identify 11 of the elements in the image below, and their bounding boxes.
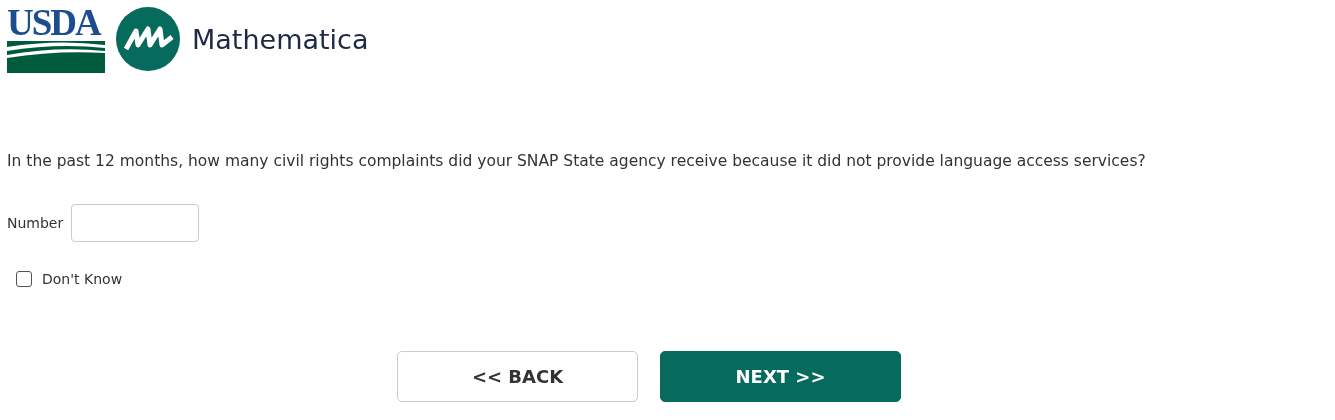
dont-know-checkbox[interactable] (16, 271, 32, 287)
dont-know-label: Don't Know (42, 271, 123, 287)
fields-icon (7, 41, 105, 73)
agency-logo-text: USDA (7, 5, 102, 41)
question-text: In the past 12 months, how many civil rights complaints did your SNAP State agency receive because it did not provide language access services? (7, 151, 1147, 172)
back-button[interactable]: << BACK (397, 351, 638, 402)
next-button[interactable]: NEXT >> (660, 351, 901, 402)
number-field[interactable] (71, 204, 200, 242)
partner-logo-icon (116, 7, 180, 71)
number-label: Number (7, 215, 64, 231)
partner-logo-text: Mathematica (192, 23, 369, 55)
